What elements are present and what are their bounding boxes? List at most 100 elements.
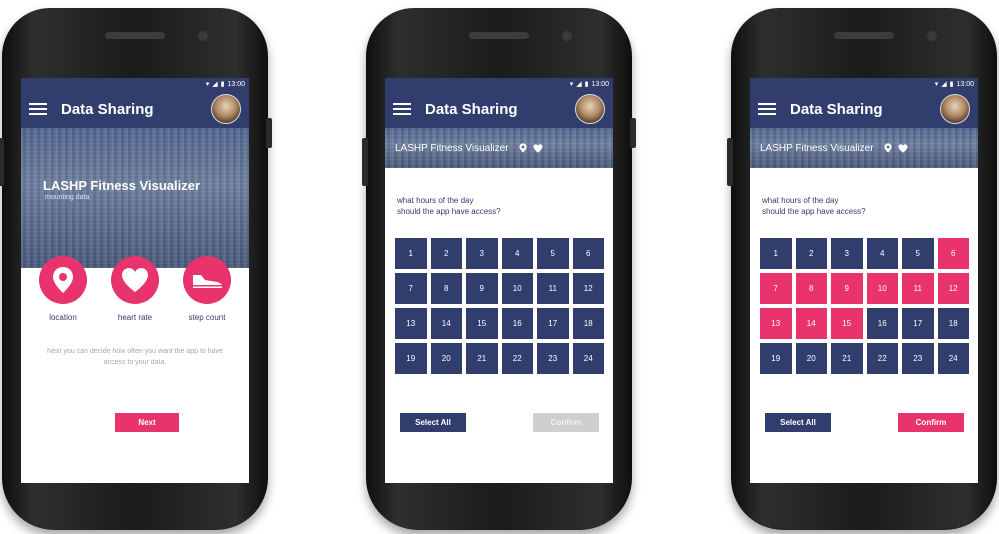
hero-subtitle: mounting data: [45, 194, 90, 201]
hour-cell[interactable]: 22: [866, 343, 898, 374]
phone-camera: [198, 31, 208, 41]
phone-frame: ▾ ◢ ▮ 13:00 Data Sharing LASHP Fitness V…: [362, 8, 636, 530]
hour-cell[interactable]: 13: [395, 308, 427, 339]
hour-cell[interactable]: 20: [795, 343, 827, 374]
screen-hours-empty: ▾ ◢ ▮ 13:00 Data Sharing LASHP Fitness V…: [385, 78, 613, 483]
hour-cell[interactable]: 2: [795, 238, 827, 269]
hour-cell[interactable]: 17: [902, 308, 934, 339]
sneaker-icon[interactable]: [183, 256, 231, 304]
heart-icon: [898, 143, 908, 153]
app-title: Data Sharing: [61, 100, 154, 118]
hour-cell[interactable]: 14: [795, 308, 827, 339]
app-bar: Data Sharing: [385, 90, 613, 128]
app-bar: Data Sharing: [750, 90, 978, 128]
signal-icon: ◢: [212, 81, 218, 88]
phone-speaker: [469, 32, 529, 39]
hour-cell[interactable]: 7: [395, 273, 427, 304]
hour-cell[interactable]: 3: [466, 238, 498, 269]
phone-side-button: [362, 138, 368, 186]
hour-cell[interactable]: 16: [501, 308, 533, 339]
hour-cell[interactable]: 15: [831, 308, 863, 339]
phone-camera: [927, 31, 937, 41]
hamburger-menu-icon[interactable]: [29, 103, 47, 115]
hour-cell[interactable]: 12: [572, 273, 604, 304]
hour-cell[interactable]: 21: [466, 343, 498, 374]
hour-cell[interactable]: 24: [937, 343, 969, 374]
hour-cell[interactable]: 16: [866, 308, 898, 339]
confirm-button[interactable]: Confirm: [898, 413, 964, 432]
app-title: Data Sharing: [425, 100, 518, 118]
hour-cell[interactable]: 21: [831, 343, 863, 374]
option-location[interactable]: location: [31, 256, 95, 322]
hour-cell[interactable]: 10: [866, 273, 898, 304]
hour-cell[interactable]: 7: [760, 273, 792, 304]
hour-cell[interactable]: 2: [430, 238, 462, 269]
select-all-button[interactable]: Select All: [765, 413, 831, 432]
hour-cell[interactable]: 19: [395, 343, 427, 374]
avatar[interactable]: [940, 94, 970, 124]
phone-speaker: [834, 32, 894, 39]
hour-cell[interactable]: 10: [501, 273, 533, 304]
hour-cell[interactable]: 12: [937, 273, 969, 304]
hour-cell[interactable]: 17: [537, 308, 569, 339]
phone-camera: [562, 31, 572, 41]
hour-cell[interactable]: 4: [866, 238, 898, 269]
location-pin-icon[interactable]: [39, 256, 87, 304]
hour-cell[interactable]: 8: [795, 273, 827, 304]
hours-question: what hours of the day should the app hav…: [762, 195, 866, 217]
question-line: should the app have access?: [762, 207, 866, 216]
hour-cell[interactable]: 11: [902, 273, 934, 304]
option-step-count[interactable]: step count: [175, 256, 239, 322]
battery-icon: ▮: [220, 81, 225, 88]
option-heart-rate[interactable]: heart rate: [103, 256, 167, 322]
hour-cell[interactable]: 3: [831, 238, 863, 269]
heart-icon[interactable]: [111, 256, 159, 304]
phone-speaker: [105, 32, 165, 39]
app-title: Data Sharing: [790, 100, 883, 118]
hour-cell[interactable]: 15: [466, 308, 498, 339]
hour-cell[interactable]: 9: [831, 273, 863, 304]
hamburger-menu-icon[interactable]: [758, 103, 776, 115]
hour-cell[interactable]: 18: [937, 308, 969, 339]
hours-question: what hours of the day should the app hav…: [397, 195, 501, 217]
avatar[interactable]: [211, 94, 241, 124]
hour-cell[interactable]: 24: [572, 343, 604, 374]
next-button[interactable]: Next: [115, 413, 179, 432]
battery-icon: ▮: [584, 81, 589, 88]
question-line: should the app have access?: [397, 207, 501, 216]
phone-frame: ▾ ◢ ▮ 13:00 Data Sharing LASHP Fitness V…: [0, 8, 272, 530]
hour-cell[interactable]: 22: [501, 343, 533, 374]
hour-cell[interactable]: 23: [902, 343, 934, 374]
hour-cell[interactable]: 5: [902, 238, 934, 269]
status-bar: ▾ ◢ ▮ 13:00: [750, 78, 978, 90]
status-bar: ▾ ◢ ▮ 13:00: [21, 78, 249, 90]
hour-cell[interactable]: 13: [760, 308, 792, 339]
hour-cell[interactable]: 6: [572, 238, 604, 269]
hour-cell[interactable]: 1: [395, 238, 427, 269]
hour-cell[interactable]: 1: [760, 238, 792, 269]
hour-cell[interactable]: 5: [537, 238, 569, 269]
hour-cell[interactable]: 4: [501, 238, 533, 269]
hour-cell[interactable]: 11: [537, 273, 569, 304]
hour-cell[interactable]: 6: [937, 238, 969, 269]
phone-side-button: [266, 118, 272, 148]
screen-hours-selected: ▾ ◢ ▮ 13:00 Data Sharing LASHP Fitness V…: [750, 78, 978, 483]
hour-grid: 1 2 3 4 5 6 7 8 9 10 11 12 13 14 15 16 17 18 19 20 21 22 23 24: [760, 238, 969, 374]
hour-cell[interactable]: 8: [430, 273, 462, 304]
status-bar: ▾ ◢ ▮ 13:00: [385, 78, 613, 90]
status-time: 13:00: [591, 80, 609, 88]
hamburger-menu-icon[interactable]: [393, 103, 411, 115]
phone-side-button: [727, 138, 733, 186]
hour-cell[interactable]: 19: [760, 343, 792, 374]
hour-cell[interactable]: 20: [430, 343, 462, 374]
select-all-button[interactable]: Select All: [400, 413, 466, 432]
hour-cell[interactable]: 23: [537, 343, 569, 374]
avatar[interactable]: [575, 94, 605, 124]
hour-grid: 1 2 3 4 5 6 7 8 9 10 11 12 13 14 15 16 17 18 19 20 21 22 23 24: [395, 238, 604, 374]
status-time: 13:00: [956, 80, 974, 88]
hour-cell[interactable]: 9: [466, 273, 498, 304]
confirm-button[interactable]: Confirm: [533, 413, 599, 432]
hour-cell[interactable]: 18: [572, 308, 604, 339]
hour-cell[interactable]: 14: [430, 308, 462, 339]
question-line: what hours of the day: [762, 196, 839, 205]
